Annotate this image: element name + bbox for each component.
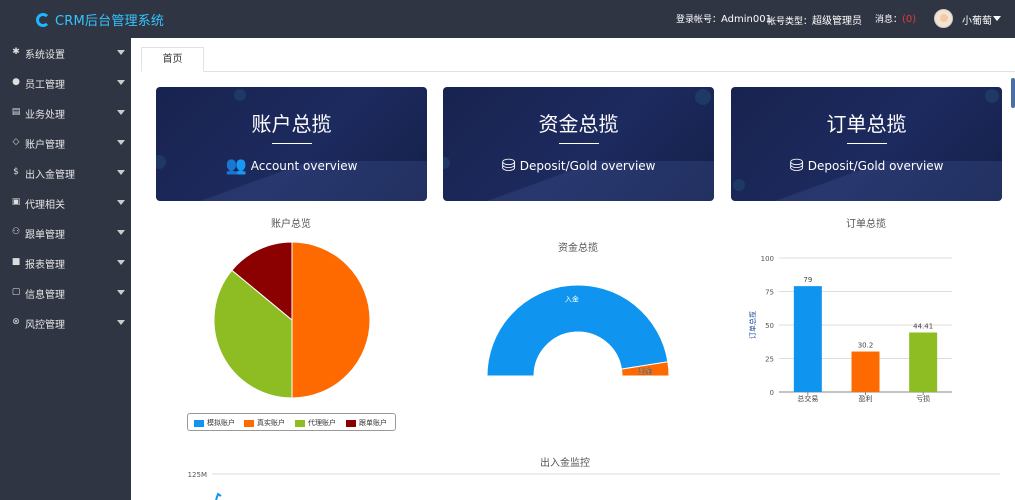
y-tick-label: 75 (765, 289, 774, 297)
legend-item[interactable]: 代理账户 (295, 418, 336, 428)
charts-canvas: 入金出金 0 25 50 75 100 订单总揽 79 总交易 30.2 盈利 44.41 亏损 125M (188, 241, 1000, 500)
bar-value-label: 44.41 (913, 322, 933, 330)
legend-swatch (346, 419, 356, 427)
x-tick-label: 盈利 (859, 394, 873, 403)
y-tick-label: 0 (770, 389, 774, 397)
y-tick-label: 50 (765, 322, 774, 330)
donut-label: 入金 (565, 295, 579, 304)
legend-label: 模拟账户 (207, 419, 235, 427)
app: CRM后台管理系统 登录帐号：Admin001 帐号类型：超级管理员 消息：(0… (0, 0, 1015, 500)
bar (851, 351, 880, 392)
legend-swatch (244, 419, 254, 427)
legend-item[interactable]: 模拟账户 (194, 418, 235, 428)
x-tick-label: 总交易 (797, 394, 818, 403)
legend-item[interactable]: 真实账户 (244, 418, 285, 428)
legend-item[interactable]: 跟单账户 (346, 418, 387, 428)
y-tick-label: 25 (765, 356, 774, 364)
legend-label: 代理账户 (308, 419, 336, 427)
legend-swatch (194, 419, 204, 427)
pie-slice (291, 241, 371, 399)
y-axis-label: 订单总揽 (748, 311, 757, 339)
legend-swatch (295, 419, 305, 427)
bar-value-label: 30.2 (858, 342, 874, 350)
pie-legend: 模拟账户 真实账户 代理账户 跟单账户 (187, 413, 396, 431)
bar (793, 286, 822, 392)
legend-label: 真实账户 (257, 419, 285, 427)
legend-label: 跟单账户 (359, 419, 387, 427)
y-tick-label: 125M (188, 471, 207, 479)
donut-label: 出金 (638, 367, 652, 376)
x-tick-label: 亏损 (916, 394, 930, 403)
bar-value-label: 79 (803, 276, 812, 284)
y-tick-label: 100 (761, 255, 774, 263)
line-series (215, 492, 222, 500)
bar (909, 332, 938, 392)
